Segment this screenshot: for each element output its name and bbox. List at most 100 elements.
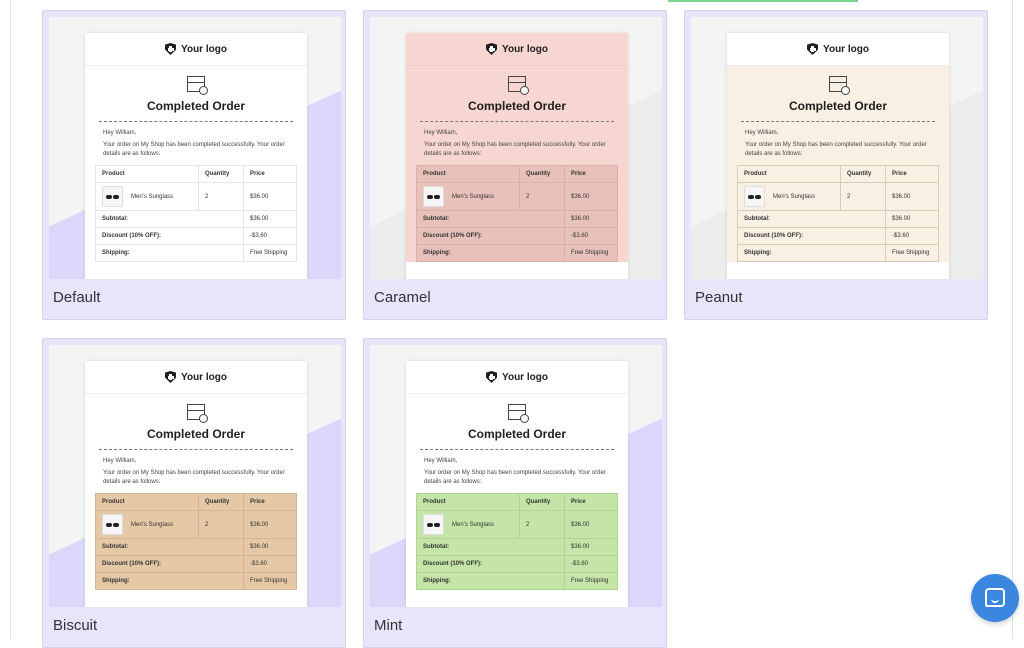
- template-name: Peanut: [695, 289, 743, 306]
- email-header: Your logo: [85, 361, 307, 394]
- discount-value: -$3.60: [564, 227, 618, 245]
- logo-text: Your logo: [181, 43, 227, 55]
- price-cell: $36.00: [564, 182, 618, 211]
- email-header: Your logo: [406, 361, 628, 394]
- shipping-value: Free Shipping: [885, 244, 939, 262]
- dotted-divider: [420, 121, 614, 122]
- email-body: Completed Order Hey William, Your order …: [406, 66, 628, 262]
- subtotal-label: Subtotal:: [416, 538, 565, 556]
- order-box-icon: [508, 404, 529, 423]
- page-border-left: [10, 0, 11, 639]
- dotted-divider: [99, 449, 293, 450]
- shipping-row: Shipping: Free Shipping: [416, 572, 618, 590]
- discount-label: Discount (10% OFF):: [416, 555, 565, 573]
- order-box-icon: [187, 404, 208, 423]
- template-card-biscuit[interactable]: Your logo Completed Order Hey William, Y…: [42, 338, 346, 648]
- top-accent-bar: [668, 0, 858, 2]
- price-cell: $36.00: [885, 182, 939, 211]
- shield-logo-icon: [807, 43, 819, 55]
- order-message: Your order on My Shop has been completed…: [745, 142, 927, 157]
- shipping-value: Free Shipping: [564, 572, 618, 590]
- shipping-value: Free Shipping: [564, 244, 618, 262]
- order-message: Your order on My Shop has been completed…: [424, 470, 606, 485]
- price-cell: $36.00: [243, 510, 297, 539]
- chat-button[interactable]: [971, 574, 1019, 622]
- logo-text: Your logo: [823, 43, 869, 55]
- subtotal-label: Subtotal:: [95, 538, 244, 556]
- subtotal-value: $36.00: [243, 210, 297, 228]
- column-header-price: Price: [564, 493, 618, 511]
- order-title: Completed Order: [146, 99, 245, 113]
- quantity-cell: 2: [198, 182, 244, 211]
- product-cell: Men's Sunglass: [416, 182, 520, 211]
- discount-label: Discount (10% OFF):: [95, 227, 244, 245]
- email-body: Completed Order Hey William, Your order …: [406, 394, 628, 590]
- order-box-icon: [187, 76, 208, 95]
- greeting-text: Hey William,: [424, 458, 458, 464]
- greeting-text: Hey William,: [745, 130, 779, 136]
- column-header-product: Product: [416, 165, 520, 183]
- subtotal-value: $36.00: [243, 538, 297, 556]
- template-name: Default: [53, 289, 101, 306]
- email-preview: Your logo Completed Order Hey William, Y…: [406, 33, 628, 279]
- column-header-product: Product: [416, 493, 520, 511]
- email-body: Completed Order Hey William, Your order …: [85, 66, 307, 262]
- logo-text: Your logo: [181, 371, 227, 383]
- subtotal-row: Subtotal: $36.00: [95, 538, 297, 556]
- template-card-caramel[interactable]: Your logo Completed Order Hey William, Y…: [363, 10, 667, 320]
- email-header: Your logo: [85, 33, 307, 66]
- subtotal-value: $36.00: [564, 210, 618, 228]
- template-preview: Your logo Completed Order Hey William, Y…: [691, 17, 983, 279]
- email-preview: Your logo Completed Order Hey William, Y…: [406, 361, 628, 607]
- shipping-value: Free Shipping: [243, 244, 297, 262]
- product-cell: Men's Sunglass: [416, 510, 520, 539]
- column-header-price: Price: [243, 493, 297, 511]
- order-title: Completed Order: [788, 99, 887, 113]
- discount-row: Discount (10% OFF): -$3.60: [416, 555, 618, 573]
- logo-text: Your logo: [502, 43, 548, 55]
- template-preview: Your logo Completed Order Hey William, Y…: [49, 345, 341, 607]
- sunglasses-icon: [102, 514, 123, 535]
- shield-logo-icon: [486, 371, 498, 383]
- sunglasses-icon: [423, 514, 444, 535]
- discount-label: Discount (10% OFF):: [737, 227, 886, 245]
- table-row: Men's Sunglass 2 $36.00: [737, 182, 939, 211]
- template-card-default[interactable]: Your logo Completed Order Hey William, Y…: [42, 10, 346, 320]
- subtotal-row: Subtotal: $36.00: [737, 210, 939, 228]
- quantity-cell: 2: [519, 510, 565, 539]
- product-name: Men's Sunglass: [452, 522, 495, 529]
- column-header-product: Product: [95, 165, 199, 183]
- product-cell: Men's Sunglass: [95, 510, 199, 539]
- dotted-divider: [741, 121, 935, 122]
- table-row: Men's Sunglass 2 $36.00: [416, 182, 618, 211]
- shipping-value: Free Shipping: [243, 572, 297, 590]
- discount-value: -$3.60: [243, 555, 297, 573]
- template-card-peanut[interactable]: Your logo Completed Order Hey William, Y…: [684, 10, 988, 320]
- discount-value: -$3.60: [243, 227, 297, 245]
- email-preview: Your logo Completed Order Hey William, Y…: [85, 33, 307, 279]
- greeting-text: Hey William,: [424, 130, 458, 136]
- shipping-row: Shipping: Free Shipping: [95, 244, 297, 262]
- order-table: Product Quantity Price Men's Sunglass 2 …: [416, 165, 618, 262]
- template-card-mint[interactable]: Your logo Completed Order Hey William, Y…: [363, 338, 667, 648]
- dotted-divider: [420, 449, 614, 450]
- discount-label: Discount (10% OFF):: [95, 555, 244, 573]
- order-table: Product Quantity Price Men's Sunglass 2 …: [95, 493, 297, 590]
- column-header-quantity: Quantity: [198, 165, 244, 183]
- shipping-label: Shipping:: [416, 572, 565, 590]
- quantity-cell: 2: [840, 182, 886, 211]
- discount-row: Discount (10% OFF): -$3.60: [737, 227, 939, 245]
- product-cell: Men's Sunglass: [737, 182, 841, 211]
- column-header-price: Price: [564, 165, 618, 183]
- discount-label: Discount (10% OFF):: [416, 227, 565, 245]
- table-row: Men's Sunglass 2 $36.00: [416, 510, 618, 539]
- table-row: Men's Sunglass 2 $36.00: [95, 182, 297, 211]
- order-box-icon: [508, 76, 529, 95]
- email-preview: Your logo Completed Order Hey William, Y…: [727, 33, 949, 279]
- subtotal-value: $36.00: [885, 210, 939, 228]
- column-header-quantity: Quantity: [519, 493, 565, 511]
- shield-logo-icon: [165, 371, 177, 383]
- dotted-divider: [99, 121, 293, 122]
- email-body: Completed Order Hey William, Your order …: [85, 394, 307, 590]
- template-preview: Your logo Completed Order Hey William, Y…: [370, 17, 662, 279]
